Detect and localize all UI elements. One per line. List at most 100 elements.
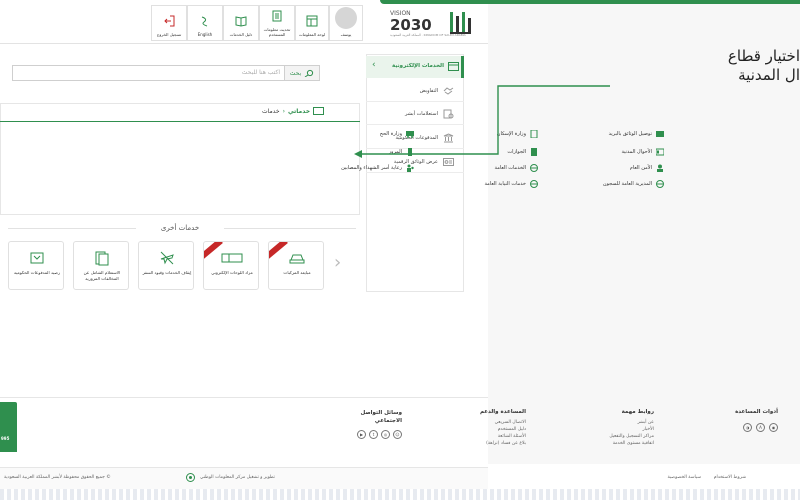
service-public-services[interactable]: الخدمات العامة bbox=[495, 164, 538, 172]
decorative-pattern-strip bbox=[0, 489, 800, 500]
toolbar-update-user-button[interactable]: تحديث معلومات المستخدم bbox=[259, 5, 295, 41]
family-icon bbox=[407, 164, 414, 172]
other-services-divider-right bbox=[224, 228, 356, 229]
twitter-icon[interactable]: t bbox=[369, 430, 378, 439]
toolbar-services-guide-label: دليل الخدمات bbox=[229, 32, 253, 37]
search-button[interactable]: بحث bbox=[284, 65, 320, 81]
breadcrumb: خدمات › خدماتي bbox=[262, 107, 325, 115]
toolbar-language-button[interactable]: English bbox=[187, 5, 223, 41]
toolbar-user-label: يوسف bbox=[340, 32, 352, 37]
breadcrumb-separator: › bbox=[282, 107, 285, 115]
search-button-label: بحث bbox=[289, 69, 302, 77]
terms-link[interactable]: شروط الاستخدام bbox=[714, 475, 746, 480]
footer-link[interactable]: دليل المستخدم bbox=[426, 426, 526, 433]
police-icon bbox=[657, 164, 663, 172]
footer-link[interactable]: الأخبار bbox=[554, 426, 654, 433]
service-public-security[interactable]: الأمن العام bbox=[630, 164, 664, 172]
breadcrumb-parent[interactable]: خدمات bbox=[262, 108, 280, 115]
footer-help-support: المساعدة والدعم الاتصال السريعي دليل الم… bbox=[426, 409, 526, 447]
help-tools-row: ◑ A ◉ bbox=[698, 423, 778, 432]
breadcrumb-current[interactable]: خدماتي bbox=[288, 108, 310, 115]
globe-icon bbox=[530, 180, 538, 188]
footer-link[interactable]: بلاغ عن فساد (نزاهة) bbox=[426, 440, 526, 447]
service-card-plates-auction[interactable]: مزاد اللوحات الإلكتروني bbox=[203, 241, 259, 290]
logo-year-text: 2030 bbox=[390, 16, 432, 34]
footer-link[interactable]: اتفاقية مستوى الخدمة bbox=[554, 440, 654, 447]
service-prisons[interactable]: المديرية العامة للسجون bbox=[603, 180, 664, 188]
instagram-icon[interactable]: ◎ bbox=[381, 430, 390, 439]
search-icon bbox=[304, 69, 314, 77]
toolbar-services-guide-button[interactable]: دليل الخدمات bbox=[223, 5, 259, 41]
youtube-icon[interactable]: ▶ bbox=[357, 430, 366, 439]
toolbar-language-label: English bbox=[197, 32, 213, 37]
footer-link[interactable]: عن أبشر bbox=[554, 419, 654, 426]
id-card-icon bbox=[443, 158, 454, 166]
call-center-badge[interactable] bbox=[0, 402, 17, 452]
service-civil-affairs[interactable]: الأحوال المدنية bbox=[621, 148, 664, 156]
top-green-band bbox=[380, 0, 800, 4]
service-label: الأمن العام bbox=[629, 165, 652, 171]
service-card-payments-balance[interactable]: رصيد المدفوعات الحكومية bbox=[8, 241, 64, 290]
footer-support-title: المساعدة والدعم bbox=[479, 409, 526, 415]
services-folder-icon bbox=[313, 107, 325, 115]
service-card-traffic-violations[interactable]: الاستعلام الشامل عن المخالفات المرورية bbox=[73, 241, 129, 290]
copyright-text: جميع الحقوق محفوظة لأبشر المملكة العربية… bbox=[4, 475, 111, 480]
globe-icon bbox=[656, 180, 664, 188]
toolbar-dashboard-button[interactable]: لوحة المعلومات bbox=[295, 5, 329, 41]
footer-link[interactable]: الاتصال السريعي bbox=[426, 419, 526, 426]
footer-link[interactable]: مراكز التسجيل والتفعيل bbox=[554, 433, 654, 440]
new-badge-ribbon bbox=[269, 242, 288, 260]
sidebar-header-label: الخدمات الإلكترونية bbox=[392, 63, 444, 69]
vision-2030-logo[interactable]: VISION 2030 المملكة العربية السعودية · K… bbox=[390, 6, 480, 38]
service-label: المديرية العامة للسجون bbox=[602, 181, 652, 187]
plate-icon bbox=[221, 253, 243, 263]
service-card-label: مبايعة المركبات bbox=[283, 270, 311, 275]
service-mail-delivery[interactable]: توصيل الوثائق بالبريد bbox=[609, 130, 664, 138]
panel-header-underline bbox=[0, 121, 360, 122]
toolbar-update-user-label: تحديث معلومات المستخدم bbox=[263, 27, 291, 37]
privacy-link[interactable]: سياسة الخصوصية bbox=[668, 475, 701, 480]
service-card-travel-restrictions[interactable]: إيقاف الخدمات وقيود السفر bbox=[138, 241, 194, 290]
absher-logo-icon bbox=[450, 12, 471, 34]
service-label: خدمات النيابة العامة bbox=[484, 181, 526, 187]
service-card-label: إيقاف الخدمات وقيود السفر bbox=[142, 270, 192, 275]
service-public-prosecution[interactable]: خدمات النيابة العامة bbox=[484, 180, 538, 188]
callout-line-2: ال المدنية bbox=[738, 66, 800, 84]
callout-pointer-line bbox=[354, 85, 610, 158]
footer-links-title: روابط مهمة bbox=[621, 409, 654, 415]
service-martyrs-families[interactable]: رعاية أسر الشهداء والمصابين bbox=[341, 164, 414, 172]
service-card-vehicle-sale[interactable]: مبايعة المركبات bbox=[268, 241, 324, 290]
contrast-icon[interactable]: ◑ bbox=[743, 423, 752, 432]
toolbar-logout-button[interactable]: تسجيل الخروج bbox=[151, 5, 187, 41]
toolbar-logout-label: تسجيل الخروج bbox=[156, 32, 182, 37]
car-icon bbox=[289, 254, 305, 264]
other-services-title: خدمات أخرى bbox=[160, 224, 200, 232]
footer-help-tools-title: أدوات المساعدة bbox=[735, 409, 778, 415]
service-label: توصيل الوثائق بالبريد bbox=[608, 131, 652, 137]
update-user-icon bbox=[270, 9, 284, 23]
service-label: الأحوال المدنية bbox=[621, 149, 652, 155]
footer-help-tools: أدوات المساعدة ◑ A ◉ bbox=[698, 409, 778, 432]
nic-logo-icon bbox=[186, 473, 195, 482]
footer-social: وسائل التواصل الاجتماعي ▶ t ◎ ☺ bbox=[342, 409, 402, 439]
service-label: الخدمات العامة bbox=[494, 165, 526, 171]
service-label: رعاية أسر الشهداء والمصابين bbox=[341, 165, 402, 171]
footer-important-links: روابط مهمة عن أبشر الأخبار مراكز التسجيل… bbox=[554, 409, 654, 447]
eye-icon[interactable]: ◉ bbox=[769, 423, 778, 432]
no-plane-icon bbox=[160, 251, 174, 265]
instruction-callout: اختيار قطاع ال المدنية bbox=[650, 47, 800, 85]
call-center-number: 995 bbox=[1, 436, 10, 441]
service-card-label: الاستعلام الشامل عن المخالفات المرورية bbox=[83, 270, 121, 281]
footer-link[interactable]: الأسئلة الشائعة bbox=[426, 433, 526, 440]
font-size-icon[interactable]: A bbox=[756, 423, 765, 432]
footer bbox=[0, 397, 488, 465]
header-divider bbox=[0, 43, 488, 44]
toolbar-dashboard-label: لوحة المعلومات bbox=[298, 32, 326, 37]
social-icons-row: ▶ t ◎ ☺ bbox=[342, 430, 402, 439]
developer-credit: تطوير و تشغيل مركز المعلومات الوطني bbox=[200, 475, 275, 480]
new-badge-ribbon bbox=[204, 242, 223, 260]
id-icon bbox=[656, 148, 664, 156]
my-services-panel bbox=[0, 103, 360, 215]
carousel-next-arrow-icon[interactable]: › bbox=[334, 252, 341, 273]
snapchat-icon[interactable]: ☺ bbox=[393, 430, 402, 439]
